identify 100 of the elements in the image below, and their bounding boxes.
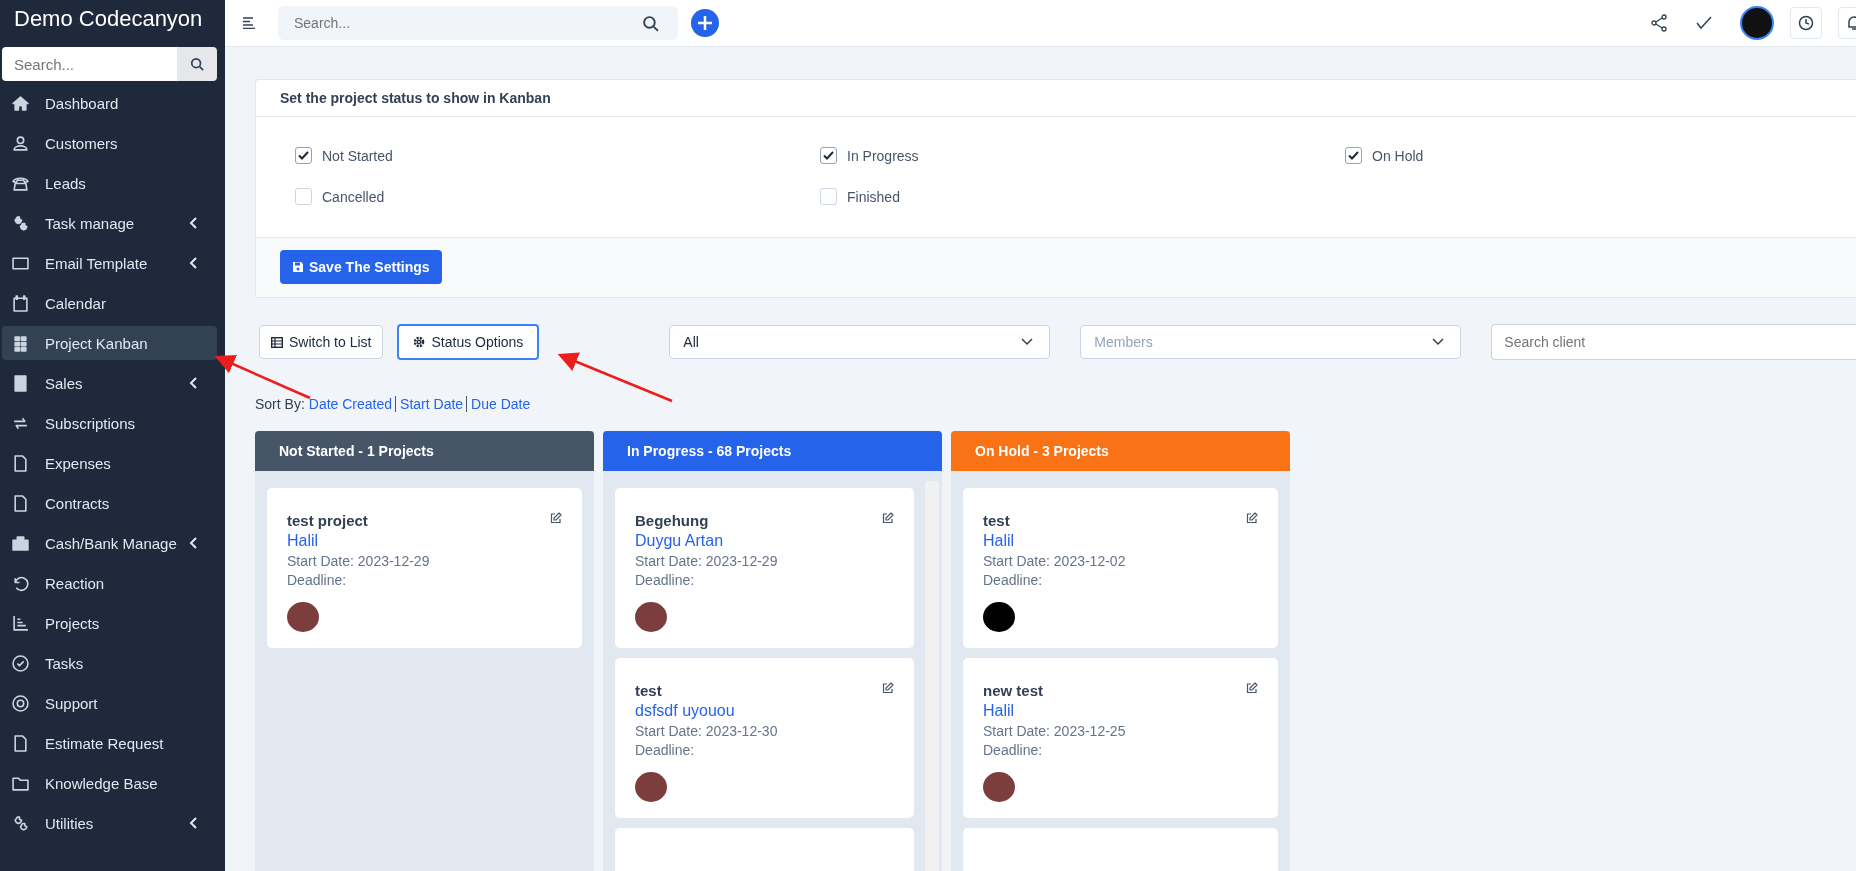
- checkbox[interactable]: [295, 188, 312, 205]
- project-card[interactable]: test dsfsdf uyouou Start Date: 2023-12-30 Deadline:: [615, 658, 914, 818]
- client-link[interactable]: Halil: [983, 532, 1258, 550]
- phone-icon: [12, 174, 29, 192]
- gear-icon: [413, 336, 426, 348]
- sidebar-item[interactable]: Contracts: [2, 486, 217, 520]
- client-search-field[interactable]: Search client: [1491, 324, 1856, 360]
- sort-link[interactable]: Due Date: [466, 396, 534, 412]
- project-name: new test: [983, 682, 1043, 699]
- folder-icon: [12, 774, 29, 792]
- client-link[interactable]: Duygu Artan: [635, 532, 894, 550]
- checkmark-icon: [298, 151, 309, 160]
- clock-icon: [1798, 15, 1814, 31]
- edit-icon[interactable]: [882, 512, 894, 524]
- chevron-down-icon: [1432, 338, 1445, 346]
- sidebar-item[interactable]: Projects: [2, 606, 217, 640]
- menu-icon[interactable]: [242, 17, 256, 29]
- sidebar-item[interactable]: Leads: [2, 166, 217, 200]
- checkbox[interactable]: [295, 147, 312, 164]
- checkbox-label: Finished: [847, 188, 900, 205]
- edit-icon[interactable]: [1246, 512, 1258, 524]
- status-select[interactable]: All: [669, 325, 1051, 359]
- table-icon: [271, 336, 283, 348]
- sidebar-item[interactable]: Customers: [2, 126, 217, 160]
- top-search-field[interactable]: Search...: [278, 6, 678, 40]
- project-name: test project: [287, 512, 368, 529]
- document-icon: [12, 454, 29, 472]
- sidebar-search-field[interactable]: Search...: [2, 47, 177, 81]
- checkmark-icon: [1348, 151, 1359, 160]
- project-name: test: [983, 512, 1010, 529]
- panel-title: Set the project status to show in Kanban: [256, 80, 1856, 117]
- document-icon: [12, 494, 29, 512]
- sidebar-item[interactable]: Utilities: [2, 806, 217, 840]
- start-date: Start Date: 2023-12-25: [983, 723, 1127, 739]
- edit-icon[interactable]: [882, 682, 894, 694]
- undo-icon: [12, 574, 29, 592]
- sort-link[interactable]: Date Created: [308, 396, 396, 412]
- column-header: In Progress - 68 Projects: [603, 431, 942, 471]
- clock-button[interactable]: [1790, 7, 1822, 39]
- client-link[interactable]: dsfsdf uyouou: [635, 702, 894, 720]
- calendar-icon: [12, 294, 29, 312]
- sidebar-item[interactable]: Email Template: [2, 246, 217, 280]
- column-header: On Hold - 3 Projects: [951, 431, 1290, 471]
- deadline-label: Deadline:: [635, 572, 696, 588]
- checkbox-label: On Hold: [1372, 147, 1424, 164]
- sidebar-item[interactable]: Subscriptions: [2, 406, 217, 440]
- search-button[interactable]: [177, 47, 217, 81]
- deadline-label: Deadline:: [635, 742, 696, 758]
- edit-icon[interactable]: [1246, 682, 1258, 694]
- chart-icon: [12, 614, 29, 632]
- deadline-label: Deadline:: [287, 572, 348, 588]
- client-link[interactable]: Halil: [287, 532, 562, 550]
- checkbox[interactable]: [820, 188, 837, 205]
- status-options-button[interactable]: Status Options: [397, 324, 540, 360]
- project-card[interactable]: test project Halil Start Date: 2023-12-29 Deadline:: [267, 488, 582, 648]
- gears-icon: [12, 214, 29, 232]
- start-date: Start Date: 2023-12-29: [287, 553, 431, 569]
- sidebar-item[interactable]: Expenses: [2, 446, 217, 480]
- sidebar-item[interactable]: Sales: [2, 366, 217, 400]
- project-card[interactable]: new test Halil Start Date: 2023-12-25 Deadline:: [963, 658, 1278, 818]
- sort-link[interactable]: Start Date: [395, 396, 467, 412]
- envelope-icon: [12, 254, 29, 272]
- sidebar-item[interactable]: Reaction: [2, 566, 217, 600]
- sidebar-item[interactable]: Project Kanban: [2, 326, 217, 360]
- deadline-label: Deadline:: [983, 572, 1044, 588]
- column-header: Not Started - 1 Projects: [255, 431, 594, 471]
- checkbox-label: Cancelled: [322, 188, 385, 205]
- avatar[interactable]: [1740, 6, 1774, 40]
- start-date: Start Date: 2023-12-30: [635, 723, 779, 739]
- edit-icon[interactable]: [550, 512, 562, 524]
- home-icon: [12, 94, 29, 112]
- switch-to-list-button[interactable]: Switch to List: [259, 325, 384, 359]
- project-card[interactable]: test Halil Start Date: 2023-12-02 Deadline:: [963, 488, 1278, 648]
- check-icon[interactable]: [1696, 16, 1712, 30]
- checkbox[interactable]: [820, 147, 837, 164]
- deadline-label: Deadline:: [983, 742, 1044, 758]
- checkbox-label: In Progress: [847, 147, 919, 164]
- sidebar-item[interactable]: Calendar: [2, 286, 217, 320]
- save-button[interactable]: Save The Settings: [280, 250, 442, 284]
- sidebar-item[interactable]: Estimate Request: [2, 726, 217, 760]
- checkbox[interactable]: [1345, 147, 1362, 164]
- sidebar-item[interactable]: Cash/Bank Manage: [2, 526, 217, 560]
- grid-icon: [12, 334, 29, 352]
- sidebar-item[interactable]: Support: [2, 686, 217, 720]
- sidebar-item[interactable]: Tasks: [2, 646, 217, 680]
- gears-icon: [12, 814, 29, 832]
- client-link[interactable]: Halil: [983, 702, 1258, 720]
- lifebuoy-icon: [12, 694, 29, 712]
- person-icon: [12, 134, 29, 152]
- add-button-icon[interactable]: [691, 9, 719, 37]
- sidebar-item[interactable]: Knowledge Base: [2, 766, 217, 800]
- checkbox-label: Not Started: [322, 147, 393, 164]
- share-icon[interactable]: [1650, 14, 1668, 32]
- sidebar-item[interactable]: Task manage: [2, 206, 217, 240]
- start-date: Start Date: 2023-12-29: [635, 553, 779, 569]
- project-name: Begehung: [635, 512, 709, 529]
- chevron-down-icon: [1021, 338, 1034, 346]
- project-card[interactable]: Begehung Duygu Artan Start Date: 2023-12-29 Deadline:: [615, 488, 914, 648]
- file-icon: [12, 734, 29, 752]
- sidebar-item[interactable]: Dashboard: [2, 86, 217, 120]
